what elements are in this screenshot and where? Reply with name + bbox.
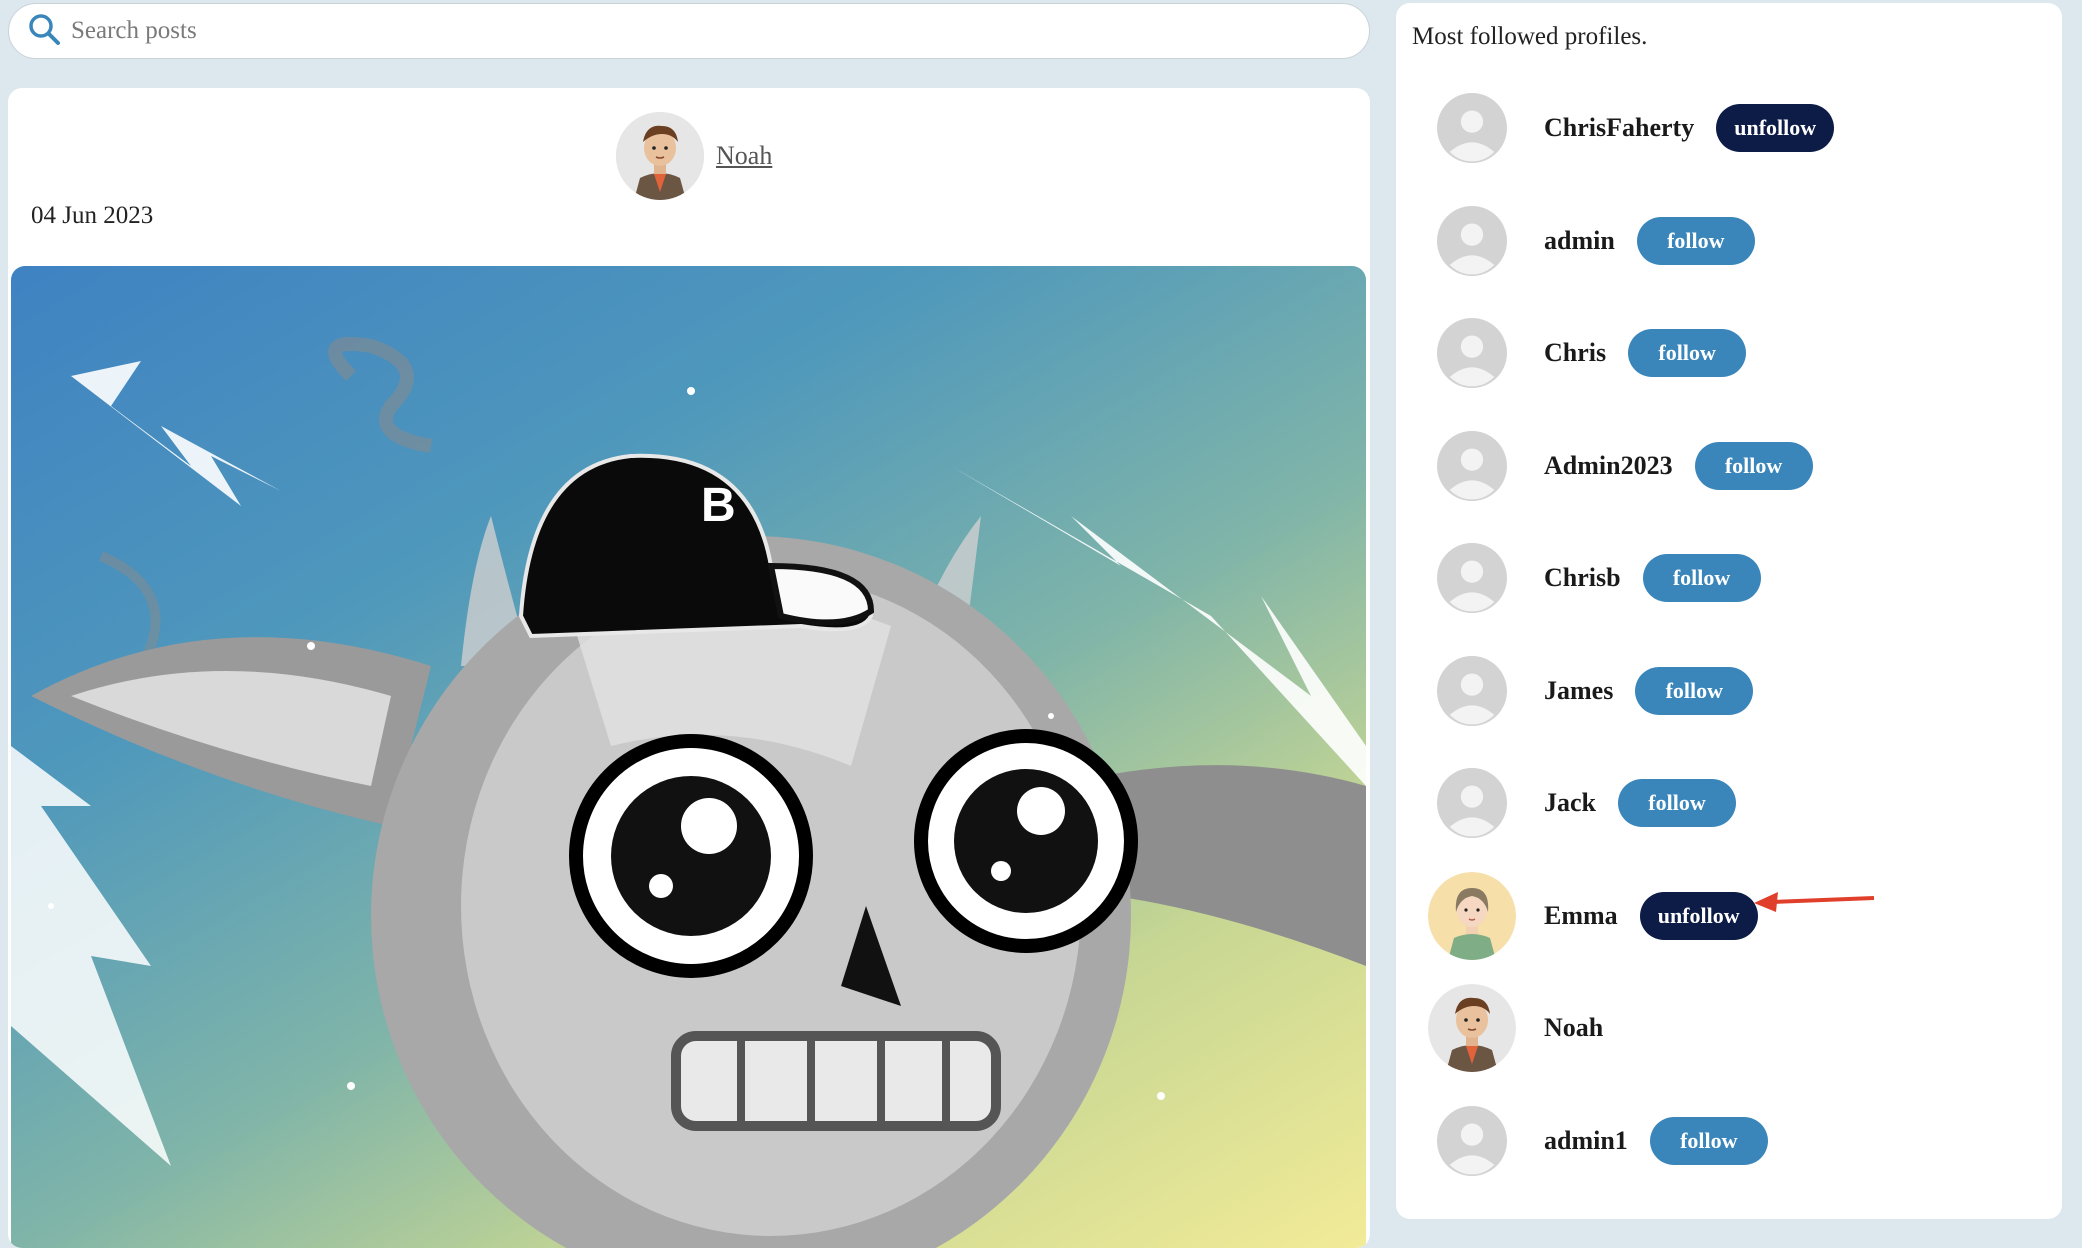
profile-name[interactable]: admin1 [1544,1126,1628,1156]
default-avatar[interactable] [1428,84,1516,172]
follow-button[interactable]: follow [1628,329,1747,377]
profile-row: ChrisFaherty unfollow [1428,83,1835,173]
default-avatar[interactable] [1428,422,1516,510]
default-avatar[interactable] [1428,1097,1516,1185]
noah-avatar[interactable] [1428,984,1516,1072]
default-avatar[interactable] [1428,647,1516,735]
default-avatar[interactable] [1428,759,1516,847]
profile-name[interactable]: Emma [1544,901,1618,931]
default-avatar[interactable] [1428,534,1516,622]
post-image: B [11,266,1366,1248]
profile-name[interactable]: Noah [1544,1013,1603,1043]
profile-name[interactable]: Chris [1544,338,1606,368]
profile-row: Chrisb follow [1428,533,1761,623]
search-bar[interactable] [8,3,1370,59]
search-icon [27,12,61,51]
sidebar-title: Most followed profiles. [1412,23,1648,50]
post-author-link[interactable]: Noah [716,141,772,171]
profile-row: Chris follow [1428,308,1747,398]
profile-name[interactable]: Admin2023 [1544,451,1673,481]
profile-row: James follow [1428,646,1754,736]
follow-button[interactable]: follow [1635,666,1754,715]
profile-row: admin follow [1428,196,1755,286]
profile-row: Admin2023 follow [1428,421,1813,511]
follow-button[interactable]: follow [1649,1116,1768,1165]
unfollow-button[interactable]: unfollow [1716,104,1835,152]
default-avatar[interactable] [1428,309,1516,397]
default-avatar[interactable] [1428,197,1516,285]
profile-row: Jack follow [1428,758,1736,848]
profile-name[interactable]: ChrisFaherty [1544,113,1694,143]
post-date: 04 Jun 2023 [31,202,154,229]
annotation-arrow-icon [1754,892,1875,912]
profile-row: Noah [1428,983,1603,1073]
profile-name[interactable]: admin [1544,226,1615,256]
profile-name[interactable]: Chrisb [1544,563,1621,593]
follow-button[interactable]: follow [1694,441,1813,490]
profile-row: admin1 follow [1428,1096,1768,1186]
post-card: Noah 04 Jun 2023 B [8,88,1370,1248]
noah-avatar[interactable] [616,112,704,200]
follow-button[interactable]: follow [1642,554,1761,602]
sidebar-most-followed: Most followed profiles. ChrisFaherty unfo… [1396,3,2062,1219]
follow-button[interactable]: follow [1636,216,1755,265]
post-author: Noah [616,112,772,200]
search-input[interactable] [71,17,1271,45]
unfollow-button[interactable]: unfollow [1639,891,1758,940]
profile-name[interactable]: James [1544,676,1613,706]
profile-row: Emma unfollow [1428,871,1758,961]
follow-button[interactable]: follow [1618,779,1736,827]
cap-letter: B [701,479,736,532]
profile-name[interactable]: Jack [1544,788,1596,818]
emma-avatar[interactable] [1428,871,1516,960]
